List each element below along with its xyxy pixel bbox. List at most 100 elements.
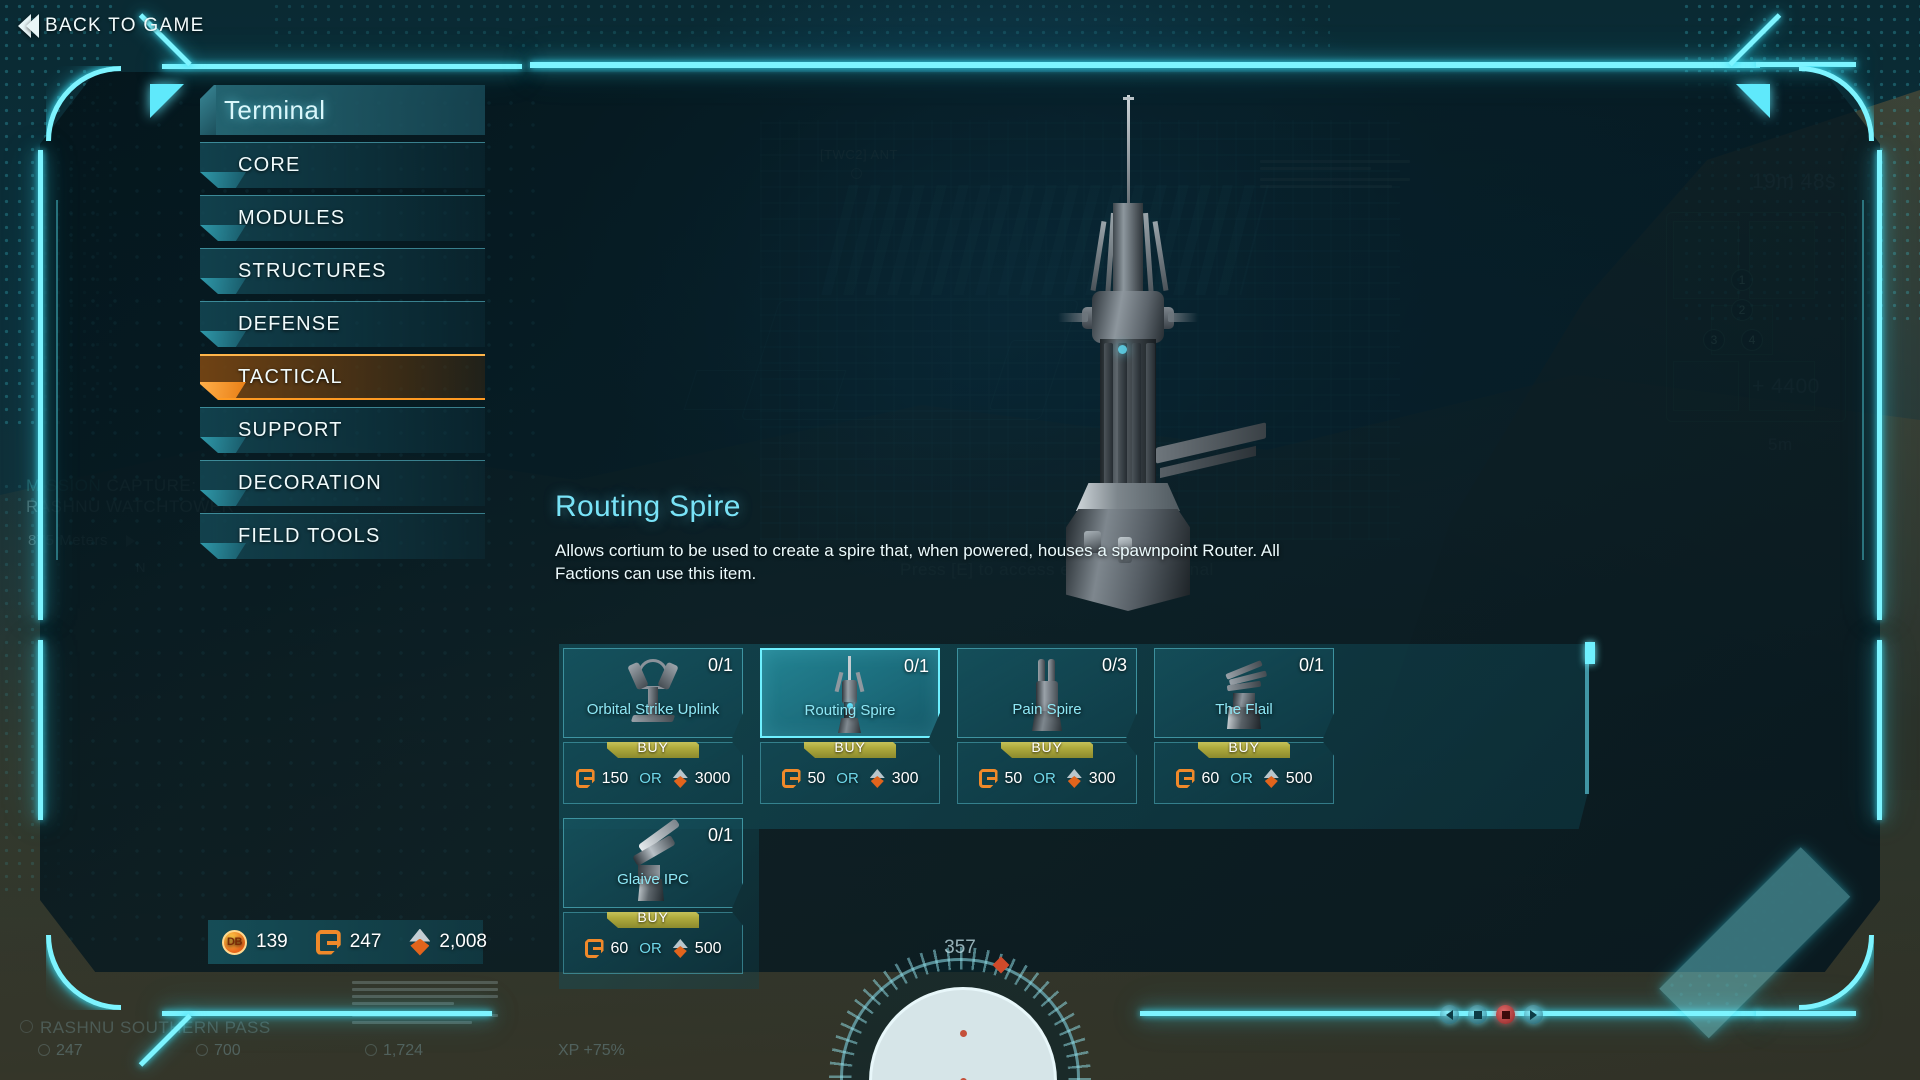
nanite-icon — [1264, 769, 1279, 788]
nav-item-notch — [200, 225, 246, 241]
price-row: 60 OR 500 — [1155, 769, 1333, 788]
nav-item-notch — [200, 331, 246, 347]
media-stop-button[interactable] — [1468, 1005, 1487, 1024]
grid-edge-line — [1585, 664, 1589, 794]
item-name: Pain Spire — [1012, 701, 1082, 718]
item-card: 0/1 Routing Spire BUY 50 OR 300 — [760, 648, 940, 804]
item-name: The Flail — [1215, 701, 1273, 718]
media-prev-button[interactable] — [1440, 1005, 1459, 1024]
buy-button[interactable]: BUY — [607, 912, 699, 928]
sidebar-item-label: STRUCTURES — [238, 260, 387, 282]
nav-item-notch — [200, 278, 246, 294]
price-or-label: OR — [639, 940, 662, 957]
nanite-price: 300 — [891, 769, 919, 787]
next-icon — [1530, 1009, 1537, 1020]
nanite-price: 500 — [694, 939, 722, 957]
nav-item-notch — [200, 382, 246, 398]
currency-bar: DB 139 247 2,008 — [208, 920, 487, 964]
item-card-purchase: BUY 60 OR 500 — [563, 912, 743, 974]
nanite-price: 500 — [1285, 769, 1313, 787]
currency-certs: 247 — [316, 930, 382, 955]
record-icon — [1501, 1010, 1510, 1019]
grid-edge-marker — [1585, 642, 1595, 664]
item-quantity: 0/1 — [707, 655, 733, 675]
sidebar-item-support[interactable]: SUPPORT — [200, 407, 485, 453]
daybreak-cash-icon: DB — [222, 929, 247, 955]
frame-top-left-line — [162, 64, 522, 69]
stop-icon — [1473, 1010, 1482, 1019]
routing-spire-icon — [815, 654, 885, 734]
item-description: Allows cortium to be used to create a sp… — [555, 541, 1280, 583]
nanite-price: 300 — [1088, 769, 1116, 787]
frame-inner-accent-right — [1862, 200, 1864, 560]
item-row: 0/1 Orbital Strike Uplink BUY 150 OR 3000 0/1 R… — [563, 648, 1403, 804]
cert-price: 60 — [610, 939, 629, 957]
buy-button[interactable]: BUY — [607, 742, 699, 758]
frame-bottom-far-line — [1756, 1011, 1856, 1016]
hud-stat-resource: 700 — [196, 1042, 241, 1060]
cert-icon — [38, 1044, 50, 1056]
price-or-label: OR — [1033, 770, 1056, 787]
sidebar-item-core[interactable]: CORE — [200, 142, 485, 188]
nav-item-notch — [200, 437, 246, 453]
media-controls — [1440, 1005, 1543, 1024]
item-card-select[interactable]: 0/1 The Flail — [1154, 648, 1334, 738]
sidebar-nav-list: CORE MODULES STRUCTURES DEFENSE TACTICAL SUPP… — [200, 142, 485, 559]
item-card-select[interactable]: 0/1 Orbital Strike Uplink — [563, 648, 743, 738]
sidebar-item-label: MODULES — [238, 207, 346, 229]
frame-left-line — [38, 150, 43, 620]
item-title: Routing Spire — [555, 490, 741, 523]
item-card-purchase: BUY 60 OR 500 — [1154, 742, 1334, 804]
cert-icon — [782, 769, 801, 788]
sidebar-item-structures[interactable]: STRUCTURES — [200, 248, 485, 294]
the-flail-icon — [1209, 653, 1279, 733]
item-card-select[interactable]: 0/3 Pain Spire — [957, 648, 1137, 738]
back-to-game-button[interactable]: BACK TO GAME — [18, 14, 205, 38]
nanite-price: 3000 — [694, 769, 731, 787]
nanite-icon — [409, 929, 430, 956]
cert-price: 150 — [601, 769, 629, 787]
orbital-strike-uplink-icon — [618, 653, 688, 733]
item-grid: 0/1 Orbital Strike Uplink BUY 150 OR 3000 0/1 R… — [559, 642, 1595, 989]
sidebar-item-defense[interactable]: DEFENSE — [200, 301, 485, 347]
item-name: Routing Spire — [804, 702, 896, 719]
buy-button[interactable]: BUY — [1198, 742, 1290, 758]
hud-region-icon — [20, 1020, 33, 1033]
buy-button[interactable]: BUY — [1001, 742, 1093, 758]
item-card-select[interactable]: 0/1 Glaive IPC — [563, 818, 743, 908]
page-title: Terminal — [224, 94, 326, 125]
sidebar-item-decoration[interactable]: DECORATION — [200, 460, 485, 506]
frame-triangle-top-right — [1736, 84, 1770, 118]
back-to-game-label: BACK TO GAME — [45, 15, 205, 36]
media-next-button[interactable] — [1524, 1005, 1543, 1024]
item-card: 0/1 The Flail BUY 60 OR 500 — [1154, 648, 1334, 804]
sidebar-item-field-tools[interactable]: FIELD TOOLS — [200, 513, 485, 559]
media-record-button[interactable] — [1496, 1005, 1515, 1024]
item-card-select[interactable]: 0/1 Routing Spire — [760, 648, 940, 738]
sidebar: Terminal CORE MODULES STRUCTURES DEFENSE TAC… — [200, 85, 485, 559]
price-or-label: OR — [836, 770, 859, 787]
compass-heading: 357 — [944, 937, 976, 958]
cert-icon — [576, 769, 595, 788]
sidebar-item-label: DECORATION — [238, 472, 382, 494]
sidebar-item-label: TACTICAL — [238, 365, 343, 388]
price-or-label: OR — [1230, 770, 1253, 787]
frame-inner-accent-left — [56, 200, 58, 560]
cert-icon — [585, 939, 604, 958]
sidebar-item-modules[interactable]: MODULES — [200, 195, 485, 241]
nav-item-notch — [200, 490, 246, 506]
resource-icon — [196, 1044, 208, 1056]
item-card: 0/1 Glaive IPC BUY 60 OR 500 — [563, 818, 743, 974]
hud-stat-certs: 247 — [38, 1042, 83, 1060]
certs-value: 247 — [349, 931, 382, 952]
price-or-label: OR — [639, 770, 662, 787]
background-tooltip-text — [352, 981, 498, 1028]
sidebar-item-tactical[interactable]: TACTICAL — [200, 354, 485, 400]
dot-grid-top — [270, 0, 1330, 56]
double-chevron-left-icon — [18, 14, 39, 38]
item-name: Glaive IPC — [617, 871, 689, 888]
price-row: 60 OR 500 — [564, 939, 742, 958]
cert-price: 60 — [1201, 769, 1220, 787]
buy-button[interactable]: BUY — [804, 742, 896, 758]
frame-bottom-left-line — [162, 1011, 492, 1016]
